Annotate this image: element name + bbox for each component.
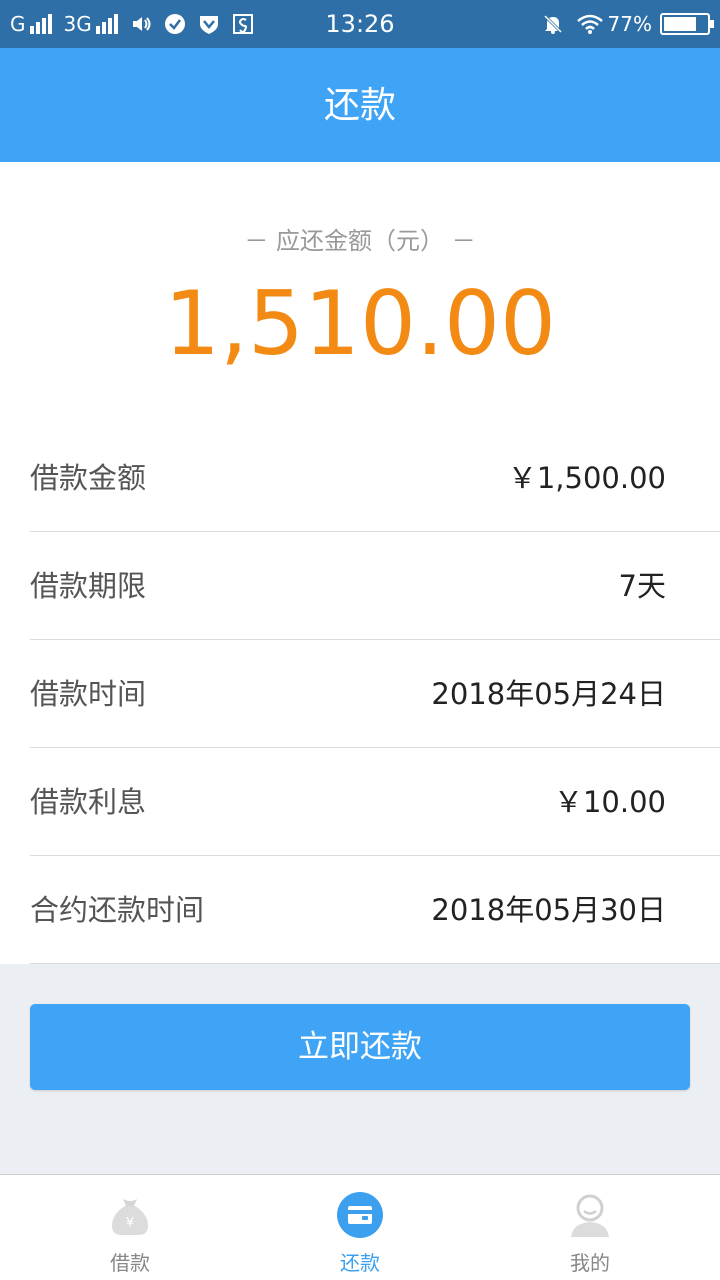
detail-value: 7天 [618, 569, 666, 603]
detail-value: ￥1,500.00 [507, 461, 666, 495]
tab-mine[interactable]: 我的 [470, 1175, 710, 1280]
svg-text:¥: ¥ [126, 1216, 134, 1231]
amount-due-label: － 应还金额（元） － [244, 227, 476, 255]
battery-percent: 77% [607, 12, 652, 36]
detail-label: 借款金额 [30, 461, 147, 495]
user-icon [566, 1191, 614, 1239]
wallet-icon [336, 1191, 384, 1239]
wifi-icon [576, 13, 604, 35]
detail-label: 借款利息 [30, 785, 147, 819]
tab-label: 还款 [340, 1251, 380, 1275]
detail-label: 借款期限 [30, 569, 147, 603]
title-bar: 还款 [0, 48, 720, 162]
battery-icon [660, 13, 714, 35]
amount-due-value: 1,510.00 [164, 272, 556, 375]
detail-value: 2018年05月24日 [431, 677, 666, 711]
tab-label: 借款 [110, 1251, 150, 1275]
page-title: 还款 [323, 85, 396, 126]
detail-value: 2018年05月30日 [431, 893, 666, 927]
mute-bell-icon [542, 13, 564, 35]
bottom-tab-bar: ¥ 借款 还款 我的 [0, 1174, 720, 1280]
status-bar: G 3G 13:26 77% [0, 0, 720, 48]
tab-borrow[interactable]: ¥ 借款 [10, 1175, 250, 1280]
detail-row-loan-date: 借款时间 2018年05月24日 [30, 640, 720, 748]
detail-label: 借款时间 [30, 677, 147, 711]
tab-repay[interactable]: 还款 [240, 1175, 480, 1280]
repay-now-button[interactable]: 立即还款 [30, 1004, 690, 1090]
repayment-panel: － 应还金额（元） － 1,510.00 借款金额 ￥1,500.00 借款期限… [0, 162, 720, 964]
detail-value: ￥10.00 [553, 785, 666, 819]
status-right: 77% [542, 10, 714, 38]
detail-row-due-date: 合约还款时间 2018年05月30日 [30, 856, 720, 964]
detail-row-loan-amount: 借款金额 ￥1,500.00 [30, 424, 720, 532]
money-bag-icon: ¥ [106, 1191, 154, 1239]
detail-row-interest: 借款利息 ￥10.00 [30, 748, 720, 856]
tab-label: 我的 [570, 1251, 610, 1275]
detail-row-loan-term: 借款期限 7天 [30, 532, 720, 640]
detail-label: 合约还款时间 [30, 893, 205, 927]
